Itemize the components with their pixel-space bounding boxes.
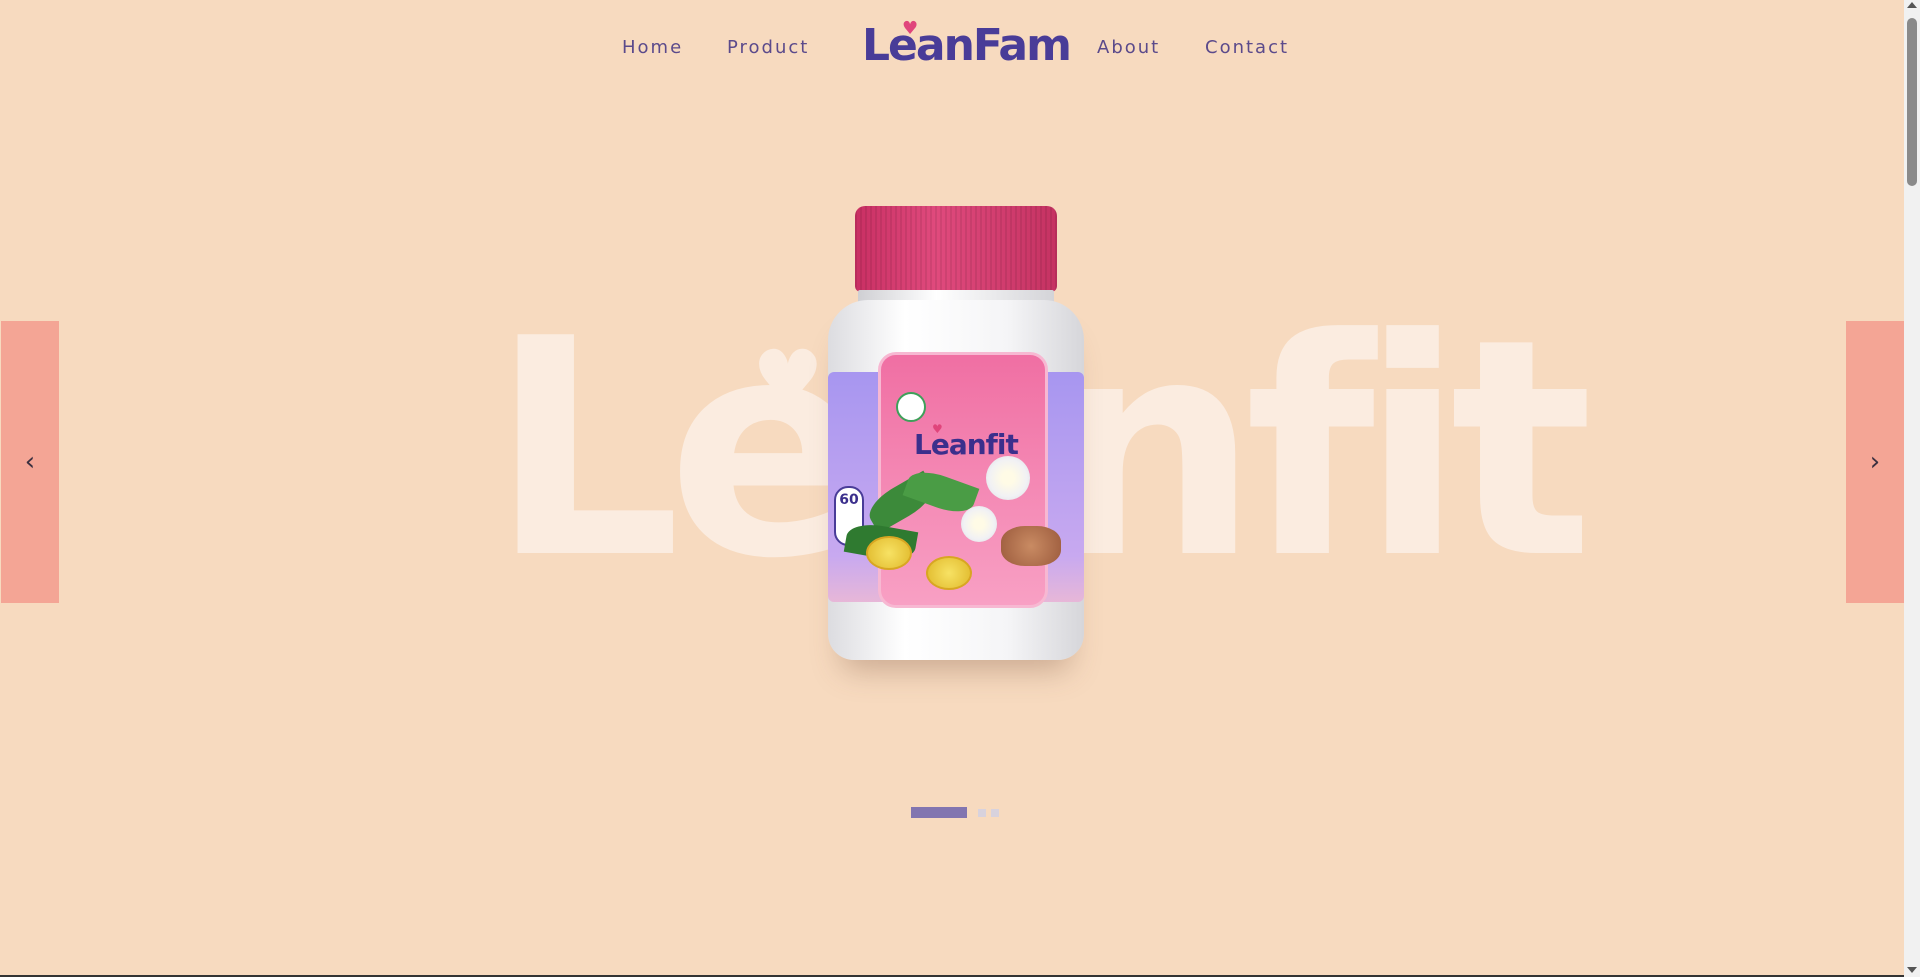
herbs-illustration bbox=[836, 456, 1080, 606]
nav-product-link[interactable]: Product bbox=[727, 37, 809, 58]
flower-shape bbox=[961, 506, 997, 542]
scroll-up-arrow-icon[interactable] bbox=[1907, 2, 1917, 8]
slide-dot[interactable] bbox=[991, 808, 999, 817]
nav-about-link[interactable]: About bbox=[1097, 37, 1160, 58]
fruit-shape bbox=[866, 536, 912, 570]
flower-shape bbox=[986, 456, 1030, 500]
logo-text: LeanFam bbox=[862, 20, 1072, 71]
next-slide-button[interactable]: › bbox=[1846, 321, 1904, 603]
vertical-scrollbar[interactable] bbox=[1904, 0, 1920, 977]
brand-heart-icon: ♥ bbox=[932, 422, 943, 436]
slide-dot-active[interactable] bbox=[911, 807, 967, 818]
slide-dot[interactable] bbox=[978, 808, 986, 817]
logo[interactable]: LeanFam ♥ bbox=[862, 18, 1072, 71]
prev-slide-button[interactable]: ‹ bbox=[1, 321, 59, 603]
bottle-cap bbox=[855, 206, 1057, 292]
slide-indicators bbox=[911, 807, 1004, 818]
fruit-shape bbox=[926, 556, 972, 590]
tree-logo-icon bbox=[896, 392, 926, 422]
product-bottle-image: Leanfit ♥ 60 bbox=[828, 206, 1084, 666]
background-heart-icon: ♥ bbox=[752, 333, 824, 426]
root-shape bbox=[1001, 526, 1061, 566]
nav-home-link[interactable]: Home bbox=[622, 37, 683, 58]
top-nav: Home Product LeanFam ♥ About Contact bbox=[0, 0, 1904, 96]
scroll-down-arrow-icon[interactable] bbox=[1907, 967, 1917, 973]
chevron-left-icon: ‹ bbox=[24, 447, 36, 477]
scrollbar-thumb[interactable] bbox=[1907, 18, 1917, 186]
nav-contact-link[interactable]: Contact bbox=[1205, 37, 1289, 58]
heart-icon: ♥ bbox=[902, 18, 918, 39]
chevron-right-icon: › bbox=[1869, 447, 1881, 477]
